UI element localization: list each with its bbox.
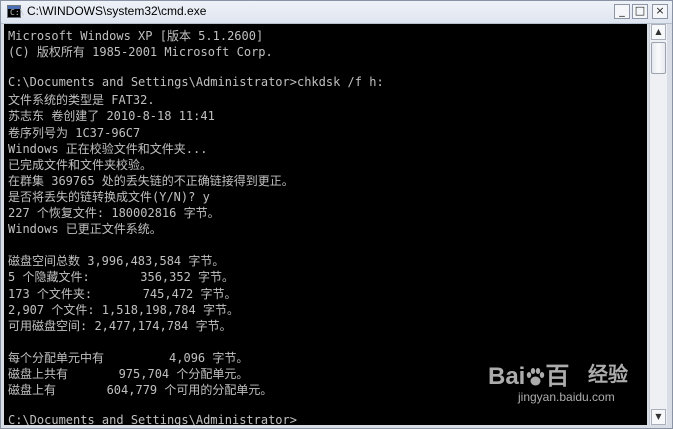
vertical-scrollbar[interactable]: ▲ ▼	[649, 24, 667, 425]
console-line: 可用磁盘空间: 2,477,174,784 字节。	[8, 318, 232, 333]
console-line: 磁盘上有 604,779 个可用的分配单元。	[8, 383, 273, 398]
console-line: 文件系统的类型是 FAT32.	[8, 93, 155, 108]
scroll-down-arrow[interactable]: ▼	[651, 409, 666, 425]
console-line: 每个分配单元中有 4,096 字节。	[8, 350, 249, 365]
window-title: C:\WINDOWS\system32\cmd.exe	[27, 4, 207, 18]
console-line: 已完成文件和文件夹校验。	[8, 157, 153, 172]
maximize-button[interactable]: □	[632, 4, 648, 19]
scroll-thumb[interactable]	[651, 42, 666, 74]
cmd-window: C:\ C:\WINDOWS\system32\cmd.exe _ □ × Mi…	[0, 0, 673, 429]
console-line: C:\Documents and Settings\Administrator>	[8, 413, 297, 425]
close-button[interactable]: ×	[652, 4, 668, 19]
scroll-up-arrow[interactable]: ▲	[651, 24, 666, 40]
console-line: (C) 版权所有 1985-2001 Microsoft Corp.	[8, 45, 273, 60]
console-line: 5 个隐藏文件: 356,352 字节。	[8, 270, 235, 285]
console-line: 2,907 个文件: 1,518,198,784 字节。	[8, 302, 239, 317]
console-line: 苏志东 卷创建了 2010-8-18 11:41	[8, 109, 215, 124]
console-line: 173 个文件夹: 745,472 字节。	[8, 286, 237, 301]
console-line: 在群集 369765 处的丢失链的不正确链接得到更正。	[8, 173, 294, 188]
console-line: Windows 已更正文件系统。	[8, 222, 162, 237]
cmd-icon[interactable]: C:\	[7, 5, 25, 18]
minimize-button[interactable]: _	[614, 4, 630, 19]
console-line: Microsoft Windows XP [版本 5.1.2600]	[8, 29, 264, 43]
cmd-icon-label: C:\	[10, 8, 25, 17]
console-line: Windows 正在校验文件和文件夹...	[8, 141, 208, 156]
console-line: 227 个恢复文件: 180002816 字节。	[8, 206, 220, 221]
console-line: 是否将丢失的链转换成文件(Y/N)? y	[8, 189, 210, 204]
console-line: 磁盘空间总数 3,996,483,584 字节。	[8, 254, 225, 269]
console-line: 磁盘上共有 975,704 个分配单元。	[8, 366, 249, 381]
console-line: C:\Documents and Settings\Administrator>…	[8, 75, 384, 90]
title-bar[interactable]: C:\ C:\WINDOWS\system32\cmd.exe _ □ ×	[1, 1, 672, 24]
console-line: 卷序列号为 1C37-96C7	[8, 125, 141, 140]
console-lines: Microsoft Windows XP [版本 5.1.2600] (C) 版权…	[8, 27, 384, 425]
console-output[interactable]: Microsoft Windows XP [版本 5.1.2600] (C) 版权…	[4, 24, 647, 425]
